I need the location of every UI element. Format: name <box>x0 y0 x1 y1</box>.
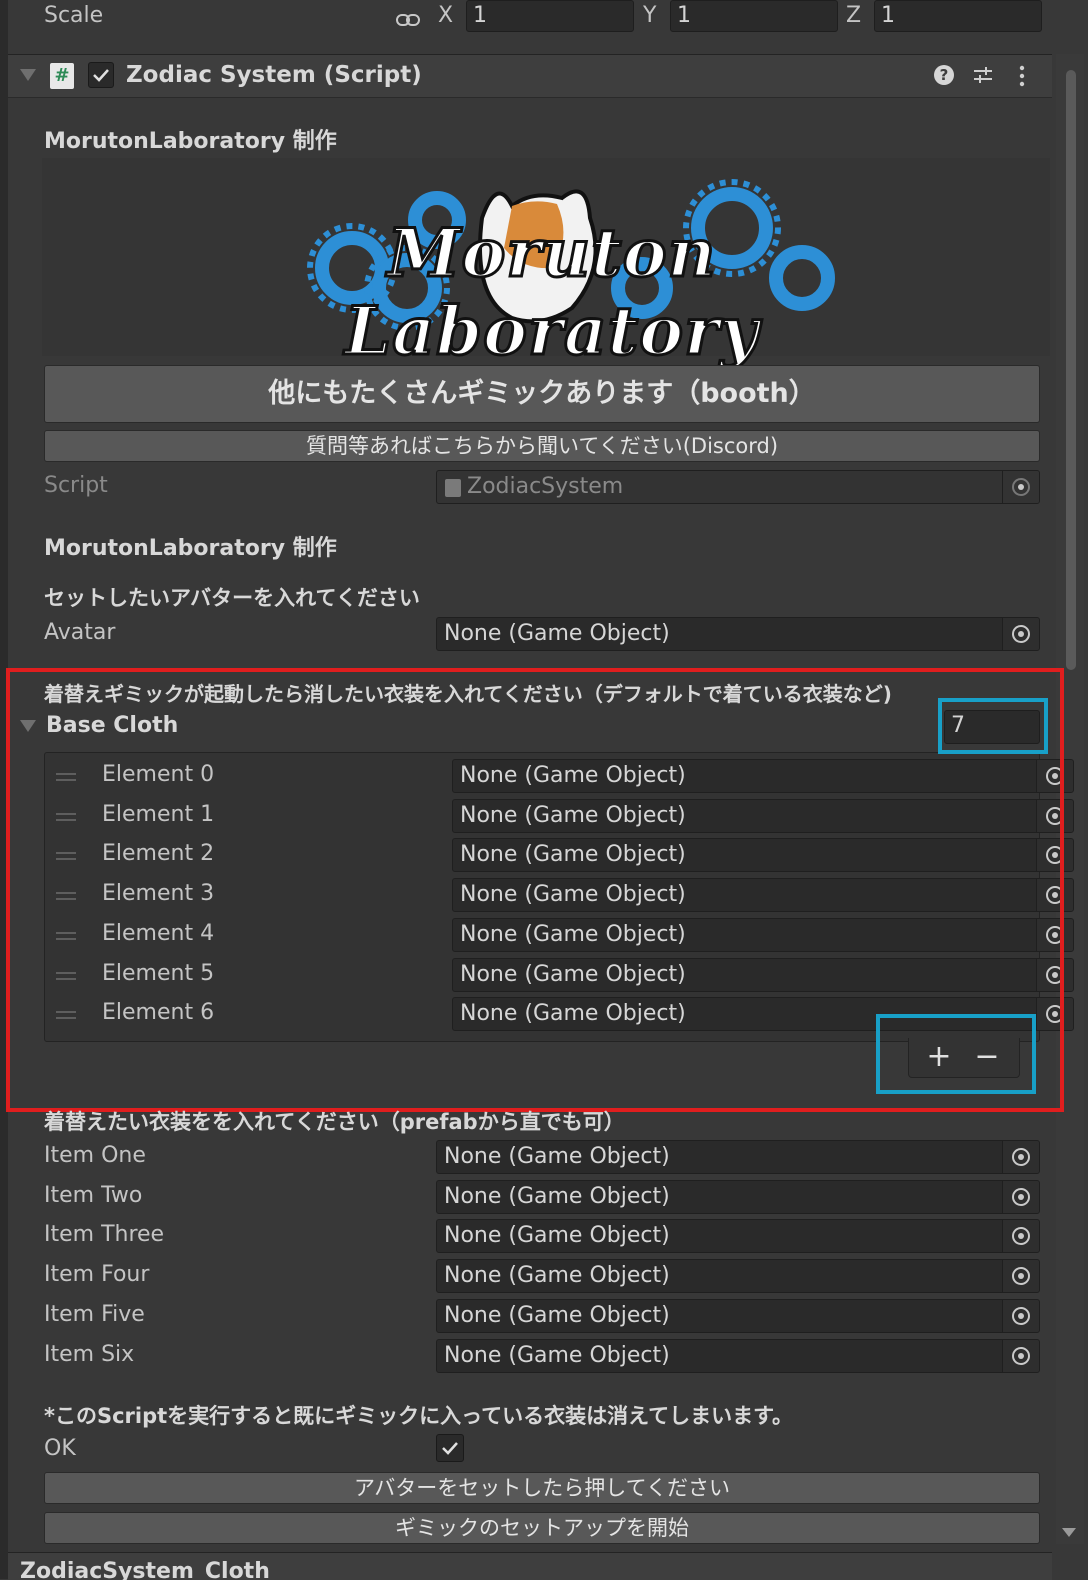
item-label: Item Four <box>44 1262 150 1288</box>
items-instruction: 着替えたい衣装をを入れてください（prefabから直でも可） <box>44 1110 625 1134</box>
highlight-size-field <box>938 698 1048 754</box>
item-row: Item One None (Game Object) <box>0 1140 1088 1176</box>
item-field-value: None (Game Object) <box>444 1263 670 1289</box>
logo-banner: Moruton Laboratory <box>42 158 1050 372</box>
booth-button[interactable]: 他にもたくさんギミックあります（booth） <box>44 365 1040 423</box>
avatar-field-value: None (Game Object) <box>444 621 670 646</box>
item-field[interactable]: None (Game Object) <box>436 1338 1040 1373</box>
presets-icon[interactable] <box>972 65 994 85</box>
item-label: Item Six <box>44 1341 135 1367</box>
scale-y-label: Y <box>643 3 657 28</box>
object-picker-icon <box>1012 625 1030 643</box>
item-field[interactable]: None (Game Object) <box>436 1259 1040 1294</box>
item-field[interactable]: None (Game Object) <box>436 1298 1040 1333</box>
credit-label: MorutonLaboratory 制作 <box>44 129 337 154</box>
scale-z-field[interactable]: 1 <box>874 0 1042 32</box>
component-header[interactable]: # Zodiac System (Script) ? <box>8 54 1052 98</box>
item-field[interactable]: None (Game Object) <box>436 1179 1040 1214</box>
item-row: Item Five None (Game Object) <box>0 1298 1088 1335</box>
scale-x-label: X <box>438 3 454 28</box>
item-row: Item Four None (Game Object) <box>0 1259 1088 1295</box>
item-picker-button[interactable] <box>1002 1260 1039 1293</box>
script-label: Script <box>44 473 108 498</box>
help-icon[interactable]: ? <box>934 65 954 85</box>
foldout-arrow-icon[interactable] <box>20 69 36 81</box>
ok-checkbox[interactable] <box>436 1434 464 1462</box>
script-picker-button <box>1002 471 1039 503</box>
scale-y-field[interactable]: 1 <box>670 0 838 32</box>
scrollbar-thumb[interactable] <box>1066 70 1076 670</box>
item-field-value: None (Game Object) <box>444 1183 670 1209</box>
component-title: Zodiac System (Script) <box>126 62 422 88</box>
item-row: Item Two None (Game Object) <box>0 1179 1088 1216</box>
item-label: Item One <box>44 1143 146 1168</box>
object-picker-icon <box>1012 1346 1030 1365</box>
script-field-value: ZodiacSystem <box>467 474 624 499</box>
set-avatar-button[interactable]: アバターをセットしたら押してください <box>44 1472 1040 1504</box>
highlight-add-remove <box>876 1014 1036 1094</box>
script-file-icon <box>445 479 461 497</box>
scale-x-field[interactable]: 1 <box>466 0 634 32</box>
item-picker-button[interactable] <box>1002 1180 1039 1213</box>
object-picker-icon <box>1012 1306 1030 1325</box>
credit-label-2: MorutonLaboratory 制作 <box>44 536 337 561</box>
item-field[interactable]: None (Game Object) <box>436 1219 1040 1254</box>
ok-label: OK <box>44 1436 76 1461</box>
item-picker-button[interactable] <box>1002 1299 1039 1332</box>
avatar-label: Avatar <box>44 620 116 645</box>
discord-button[interactable]: 質問等あればこちらから聞いてください(Discord) <box>44 430 1040 462</box>
item-field-value: None (Game Object) <box>444 1144 670 1169</box>
script-hash-icon: # <box>50 63 74 89</box>
scale-label: Scale <box>44 3 104 28</box>
object-picker-icon <box>1012 1148 1030 1166</box>
item-field[interactable]: None (Game Object) <box>436 1140 1040 1174</box>
component-enabled-checkbox[interactable] <box>88 62 114 88</box>
setup-button[interactable]: ギミックのセットアップを開始 <box>44 1512 1040 1544</box>
logo-text: Moruton Laboratory <box>343 213 760 372</box>
item-picker-button[interactable] <box>1002 1339 1039 1372</box>
avatar-instruction: セットしたいアバターを入れてください <box>44 586 420 610</box>
scale-z-label: Z <box>846 3 862 28</box>
checkmark-icon <box>93 69 109 82</box>
item-picker-button[interactable] <box>1002 1220 1039 1253</box>
object-picker-icon <box>1012 1267 1030 1286</box>
scroll-down-arrow-icon[interactable] <box>1062 1528 1076 1537</box>
item-picker-button[interactable] <box>1002 1141 1039 1173</box>
item-field-value: None (Game Object) <box>444 1223 670 1249</box>
object-picker-icon <box>1012 1227 1030 1246</box>
object-picker-icon <box>1012 478 1030 496</box>
avatar-field[interactable]: None (Game Object) <box>436 617 1040 651</box>
link-icon[interactable] <box>396 8 420 26</box>
item-row: Item Six None (Game Object) <box>0 1338 1088 1375</box>
item-label: Item Two <box>44 1182 143 1208</box>
item-label: Item Three <box>44 1222 165 1248</box>
next-component-header[interactable]: ZodiacSystem_Cloth <box>8 1552 1052 1580</box>
checkmark-icon <box>442 1442 458 1455</box>
object-picker-icon <box>1012 1187 1030 1206</box>
warning-text: *このScriptを実行すると既にギミックに入っている衣装は消えてしまいます。 <box>44 1404 793 1428</box>
more-options-icon[interactable] <box>1018 65 1026 87</box>
next-component-title: ZodiacSystem_Cloth <box>20 1559 270 1580</box>
item-row: Item Three None (Game Object) <box>0 1219 1088 1255</box>
script-field: ZodiacSystem <box>436 470 1040 504</box>
avatar-picker-button[interactable] <box>1002 618 1039 650</box>
item-field-value: None (Game Object) <box>444 1342 670 1368</box>
item-label: Item Five <box>44 1301 145 1327</box>
item-field-value: None (Game Object) <box>444 1302 670 1328</box>
